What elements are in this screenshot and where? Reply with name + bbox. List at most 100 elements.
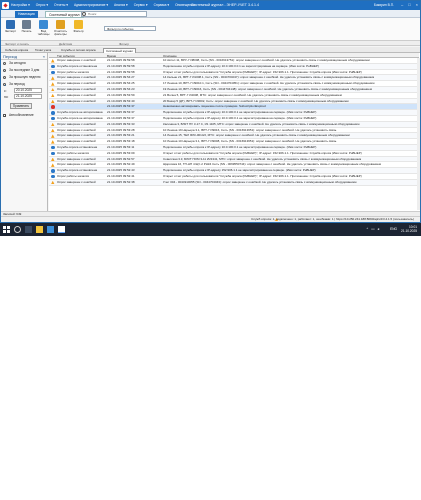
chevron-up-icon[interactable]: ^ bbox=[367, 227, 369, 231]
info-icon bbox=[51, 111, 55, 115]
date-from-field[interactable]: 20.10.2025 bbox=[14, 88, 42, 93]
event-time-cell: 21.10.2025 09:54:25 bbox=[107, 81, 135, 86]
event-description-cell: Невозможно активировать лицензию после п… bbox=[163, 104, 266, 109]
warning-icon bbox=[51, 122, 55, 127]
menu-help[interactable]: Справка ▾ bbox=[154, 3, 170, 7]
col-type[interactable]: Тип события bbox=[57, 54, 75, 58]
tray-icons: ^ ▭ ◂ bbox=[367, 227, 379, 231]
event-time-cell: 21.10.2025 09:54:27 bbox=[107, 75, 135, 80]
event-description-cell: 14 Ленина 15, ТЕЛ ЯЛК-0014/2, МТС: опрос… bbox=[163, 133, 350, 138]
tab-navigation[interactable]: Навигация bbox=[15, 11, 38, 18]
event-description-cell: 10 Ленина 10 Нарьера 3.1, ВРТ-7 И9008, C… bbox=[163, 139, 337, 144]
warning-icon bbox=[51, 157, 55, 162]
event-description-cell: Подключение службы опроса к IP-адресу 10… bbox=[163, 63, 319, 68]
event-time-cell: 21.10.2025 09:53:37 bbox=[107, 110, 135, 115]
tab-poll-services[interactable]: Службы и потоки опроса bbox=[59, 48, 98, 52]
app-taskbar-icon[interactable] bbox=[58, 226, 65, 233]
export-button[interactable]: Экспорт bbox=[3, 20, 18, 33]
event-time-cell: 21.10.2025 09:53:28 bbox=[107, 127, 135, 132]
task-view-icon[interactable] bbox=[25, 226, 32, 233]
event-type-cell: Служба опроса не авторизована bbox=[57, 115, 103, 120]
ribbon-groups: Экспорт и печать Действия Фильтр bbox=[1, 41, 420, 46]
table-row[interactable]: Опрос завершен с ошибкой 21.10.2025 09:52… bbox=[49, 179, 419, 186]
radio-today[interactable]: За сегодня bbox=[1, 60, 47, 67]
windows-start-icon[interactable] bbox=[3, 226, 10, 233]
event-time-cell: 21.10.2025 09:52:38 bbox=[107, 179, 135, 184]
col-description[interactable]: Описание bbox=[163, 54, 177, 58]
radio-last-3-days[interactable]: За последние 3 дня bbox=[1, 67, 47, 74]
event-description-cell: 10 Ленина 19 Нарьера 3.1, ВРТ-7 И9016, C… bbox=[163, 127, 337, 132]
error-icon bbox=[51, 105, 55, 109]
tab-system-log[interactable]: Системный журнал bbox=[45, 11, 84, 18]
warning-icon bbox=[51, 93, 55, 98]
warning-icon bbox=[51, 140, 55, 144]
explorer-icon[interactable] bbox=[36, 226, 43, 233]
radio-label: За последние 3 дня bbox=[9, 68, 40, 72]
user-name[interactable]: Бакирин В.П. bbox=[374, 3, 394, 7]
export-icon bbox=[6, 20, 15, 29]
table-view-label: Вид таблицы bbox=[37, 29, 50, 37]
info-icon bbox=[51, 174, 55, 179]
volume-icon[interactable]: ◂ bbox=[377, 227, 379, 231]
browser-icon[interactable] bbox=[47, 226, 54, 233]
close-icon[interactable]: × bbox=[416, 2, 418, 7]
event-description-cell: Щорсовка 16, ТП-НП 4 ЩУ-2 РНК4 Cетъ (SN … bbox=[163, 162, 381, 167]
radio-icon bbox=[3, 62, 6, 65]
collapse-icon[interactable]: « bbox=[43, 54, 45, 59]
event-description-cell: Открыт отчет работы для пользователя "Сл… bbox=[163, 69, 362, 74]
event-time-cell: 21.10.2025 09:53:33 bbox=[107, 121, 135, 126]
radio-period[interactable]: За период bbox=[1, 81, 47, 88]
clear-filters-button[interactable]: Очистить фильтры bbox=[53, 20, 68, 36]
tab-metering-points[interactable]: Точки учета bbox=[33, 48, 53, 52]
language-indicator[interactable]: ENG bbox=[390, 227, 397, 231]
event-time-cell: 21.10.2025 09:59:58 bbox=[107, 69, 135, 74]
event-time-cell: 21.10.2025 09:53:18 bbox=[107, 139, 135, 144]
menu-service[interactable]: Сервис ▾ bbox=[134, 3, 148, 7]
event-type-cell: Опрос завершен с ошибкой bbox=[57, 156, 96, 161]
table-view-button[interactable]: Вид таблицы bbox=[36, 20, 51, 36]
network-icon[interactable]: ▭ bbox=[371, 227, 374, 231]
search-input[interactable]: Поиск bbox=[81, 11, 147, 17]
date-from-label: с: bbox=[4, 89, 7, 93]
radio-selected-icon bbox=[3, 83, 6, 86]
filter-button[interactable]: Фильтр bbox=[71, 20, 86, 33]
event-filter-combo[interactable]: Фильтр по событию bbox=[104, 26, 156, 31]
info-icon bbox=[51, 151, 55, 156]
event-time-cell: 21.10.2025 09:52:43 bbox=[107, 168, 135, 173]
event-time-cell: 21.10.2025 09:53:37 bbox=[107, 115, 135, 120]
menu-settings[interactable]: Настройки ▾ bbox=[11, 3, 30, 7]
search-taskbar-icon[interactable] bbox=[14, 226, 21, 233]
print-button[interactable]: Печать bbox=[19, 20, 34, 33]
minimize-icon[interactable]: – bbox=[401, 2, 403, 7]
warning-icon bbox=[51, 128, 55, 133]
tab-poll-events[interactable]: События опроса bbox=[3, 48, 30, 52]
warning-icon bbox=[51, 82, 55, 86]
event-type-cell: Опрос завершен с ошибкой bbox=[57, 121, 96, 126]
menu-poll[interactable]: Опрос ▾ bbox=[36, 3, 48, 7]
event-type-cell: Опрос завершен с ошибкой bbox=[57, 139, 96, 144]
warning-icon bbox=[51, 134, 55, 138]
title-bar: Настройки ▾ Опрос ▾ Отчеты ▾ Администрир… bbox=[1, 1, 420, 10]
filter-icon bbox=[74, 20, 83, 29]
date-to-field[interactable]: 21.10.2025 bbox=[14, 94, 42, 99]
col-time[interactable]: Время bbox=[107, 54, 116, 58]
event-type-cell: Опрос завершен с ошибкой bbox=[57, 86, 96, 91]
clear-filters-label: Очистить фильтры bbox=[53, 29, 68, 37]
menu-analysis[interactable]: Анализ ▾ bbox=[114, 3, 128, 7]
date-to-label: по: bbox=[4, 95, 9, 99]
clock[interactable]: 10:01 21.10.2025 bbox=[401, 225, 417, 233]
radio-label: За сегодня bbox=[9, 61, 26, 65]
vertical-scrollbar[interactable] bbox=[417, 58, 420, 210]
menu-admin[interactable]: Администрирование ▾ bbox=[74, 3, 108, 7]
export-label: Экспорт bbox=[4, 29, 17, 33]
menu-reports[interactable]: Отчеты ▾ bbox=[54, 3, 68, 7]
checkbox-icon: ✓ bbox=[3, 114, 7, 118]
warning-icon bbox=[51, 59, 55, 63]
auto-refresh-checkbox[interactable]: ✓ Автообновление bbox=[1, 112, 47, 119]
apply-button[interactable]: Применить bbox=[10, 103, 32, 109]
radio-last-week[interactable]: За прошлую неделю bbox=[1, 74, 47, 81]
event-type-cell: Служба опроса остановлена bbox=[57, 168, 98, 173]
services-status-text: Служб опроса: 1, подключено: 1, работают… bbox=[251, 217, 414, 221]
maximize-icon[interactable]: □ bbox=[408, 2, 410, 7]
clock-date: 21.10.2025 bbox=[401, 229, 417, 233]
